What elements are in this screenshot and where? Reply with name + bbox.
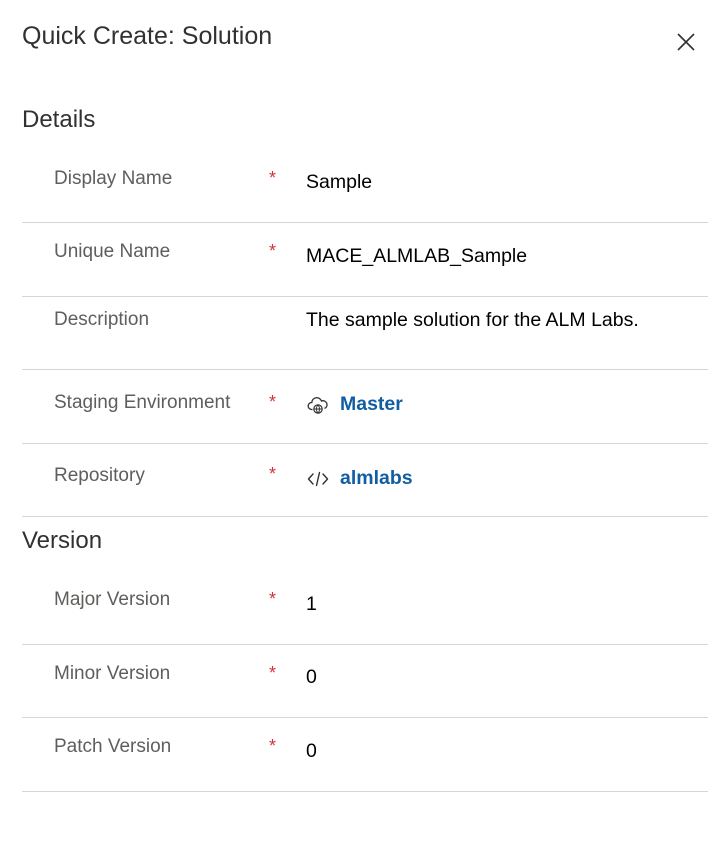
description-label: Description (54, 309, 150, 330)
display-name-label: Display Name (54, 168, 173, 189)
required-indicator: * (269, 663, 277, 683)
repository-value: almlabs (306, 467, 413, 490)
required-indicator: * (269, 464, 277, 484)
display-name-row: Display Name * Sample (22, 150, 708, 223)
staging-environment-row: Staging Environment * Master (22, 370, 708, 444)
description-field[interactable]: The sample solution for the ALM Labs. (306, 309, 639, 332)
major-version-row: Major Version * 1 (22, 571, 708, 645)
patch-version-field[interactable]: 0 (306, 740, 317, 763)
required-indicator: * (269, 736, 277, 756)
description-row: Description The sample solution for the … (22, 297, 708, 370)
required-indicator: * (269, 168, 277, 188)
staging-environment-link[interactable]: Master (340, 393, 403, 416)
cloud-globe-icon (306, 395, 330, 415)
required-indicator: * (269, 392, 277, 412)
unique-name-field[interactable]: MACE_ALMLAB_Sample (306, 245, 527, 268)
staging-environment-label: Staging Environment (54, 392, 231, 413)
minor-version-field[interactable]: 0 (306, 666, 317, 689)
patch-version-label: Patch Version (54, 736, 172, 757)
repository-label: Repository (54, 465, 145, 486)
staging-environment-value: Master (306, 393, 403, 416)
details-section-heading: Details (22, 106, 96, 133)
repository-link[interactable]: almlabs (340, 467, 413, 490)
repository-row: Repository * almlabs (22, 444, 708, 517)
major-version-field[interactable]: 1 (306, 593, 317, 616)
required-indicator: * (269, 589, 277, 609)
patch-version-row: Patch Version * 0 (22, 718, 708, 792)
minor-version-row: Minor Version * 0 (22, 645, 708, 718)
unique-name-label: Unique Name (54, 241, 171, 262)
minor-version-label: Minor Version (54, 663, 171, 684)
close-icon (677, 33, 695, 51)
required-indicator: * (269, 241, 277, 261)
version-section-heading: Version (22, 527, 103, 554)
panel-title: Quick Create: Solution (22, 22, 273, 50)
major-version-label: Major Version (54, 589, 171, 610)
code-icon (306, 469, 330, 489)
close-button[interactable] (670, 26, 702, 58)
unique-name-row: Unique Name * MACE_ALMLAB_Sample (22, 223, 708, 297)
display-name-field[interactable]: Sample (306, 171, 372, 194)
